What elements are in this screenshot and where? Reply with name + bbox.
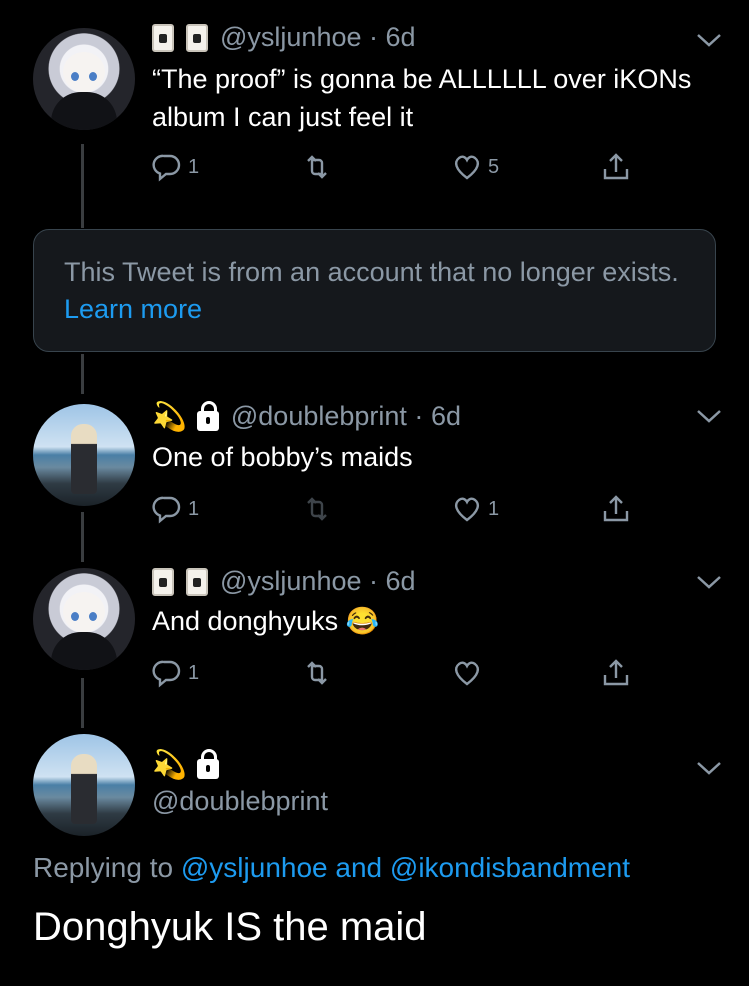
unavailable-tweet-notice: This Tweet is from an account that no lo…: [33, 229, 716, 352]
replying-user-link[interactable]: @ikondisbandment: [390, 852, 630, 883]
tweet-text: “The proof” is gonna be ALLLLLL over iKO…: [152, 64, 692, 132]
reply-button[interactable]: 1: [152, 658, 199, 688]
reply-icon: [152, 660, 181, 688]
replying-to: Replying to @ysljunhoe and @ikondisbandm…: [33, 852, 630, 884]
like-button[interactable]: 1: [452, 494, 499, 524]
tweet-text: And donghyuks 😂: [152, 606, 380, 636]
share-icon: [603, 659, 629, 686]
retweet-button[interactable]: [302, 658, 332, 688]
lock-icon: [196, 748, 219, 779]
tweet-handle[interactable]: @ysljunhoe: [220, 22, 362, 53]
card-emoji: [152, 567, 174, 596]
separator: ·: [414, 401, 424, 431]
reply-count: 1: [188, 661, 200, 684]
chevron-down-icon[interactable]: [694, 758, 724, 778]
avatar[interactable]: [33, 734, 135, 836]
tweet-handle[interactable]: @doublebprint: [231, 401, 407, 432]
avatar[interactable]: [33, 404, 135, 506]
reply-count: 1: [188, 155, 200, 178]
learn-more-link[interactable]: Learn more: [64, 294, 202, 324]
chevron-down-icon[interactable]: [694, 572, 724, 592]
tweet-handle[interactable]: @ysljunhoe: [220, 566, 362, 597]
thread-line: [81, 678, 84, 728]
tweet-age[interactable]: 6d: [386, 566, 416, 597]
dizzy-emoji: 💫: [152, 401, 187, 432]
reply-icon: [152, 154, 181, 182]
thread-line: [81, 512, 84, 562]
card-emoji: [186, 23, 208, 52]
like-count: 1: [488, 497, 500, 520]
separator: ·: [369, 22, 379, 52]
card-emoji: [152, 23, 174, 52]
like-icon: [454, 155, 480, 180]
reply-count: 1: [188, 497, 200, 520]
reply-icon: [152, 496, 181, 524]
tweet-age[interactable]: 6d: [386, 22, 416, 53]
retweet-button[interactable]: [302, 152, 332, 182]
avatar[interactable]: [33, 568, 135, 670]
retweet-icon: [307, 497, 327, 521]
reply-button[interactable]: 1: [152, 152, 199, 182]
share-icon: [603, 153, 629, 180]
replying-user-link[interactable]: @ysljunhoe: [181, 852, 328, 883]
thread-line: [81, 144, 84, 228]
like-icon: [454, 661, 480, 686]
retweet-icon: [307, 155, 327, 179]
like-button[interactable]: [452, 658, 488, 688]
like-count: 5: [488, 155, 500, 178]
replying-and[interactable]: and: [335, 852, 382, 883]
like-button[interactable]: 5: [452, 152, 499, 182]
share-icon: [603, 495, 629, 522]
tweet-text: One of bobby’s maids: [152, 442, 413, 472]
chevron-down-icon[interactable]: [694, 406, 724, 426]
share-button[interactable]: [601, 658, 631, 688]
share-button[interactable]: [601, 152, 631, 182]
chevron-down-icon[interactable]: [694, 30, 724, 50]
card-emoji: [186, 567, 208, 596]
focused-tweet-text: Donghyuk IS the maid: [33, 905, 427, 949]
dizzy-emoji: 💫: [152, 749, 187, 780]
tweet-handle[interactable]: @doublebprint: [152, 786, 328, 817]
retweet-button[interactable]: [302, 494, 332, 524]
like-icon: [454, 497, 480, 522]
tweet-age[interactable]: 6d: [431, 401, 461, 432]
lock-icon: [196, 400, 219, 431]
separator: ·: [369, 566, 379, 596]
thread-line: [81, 354, 84, 394]
notice-text: This Tweet is from an account that no lo…: [64, 257, 679, 287]
retweet-icon: [307, 661, 327, 685]
share-button[interactable]: [601, 494, 631, 524]
replying-prefix: Replying to: [33, 852, 174, 883]
avatar[interactable]: [33, 28, 135, 130]
reply-button[interactable]: 1: [152, 494, 199, 524]
